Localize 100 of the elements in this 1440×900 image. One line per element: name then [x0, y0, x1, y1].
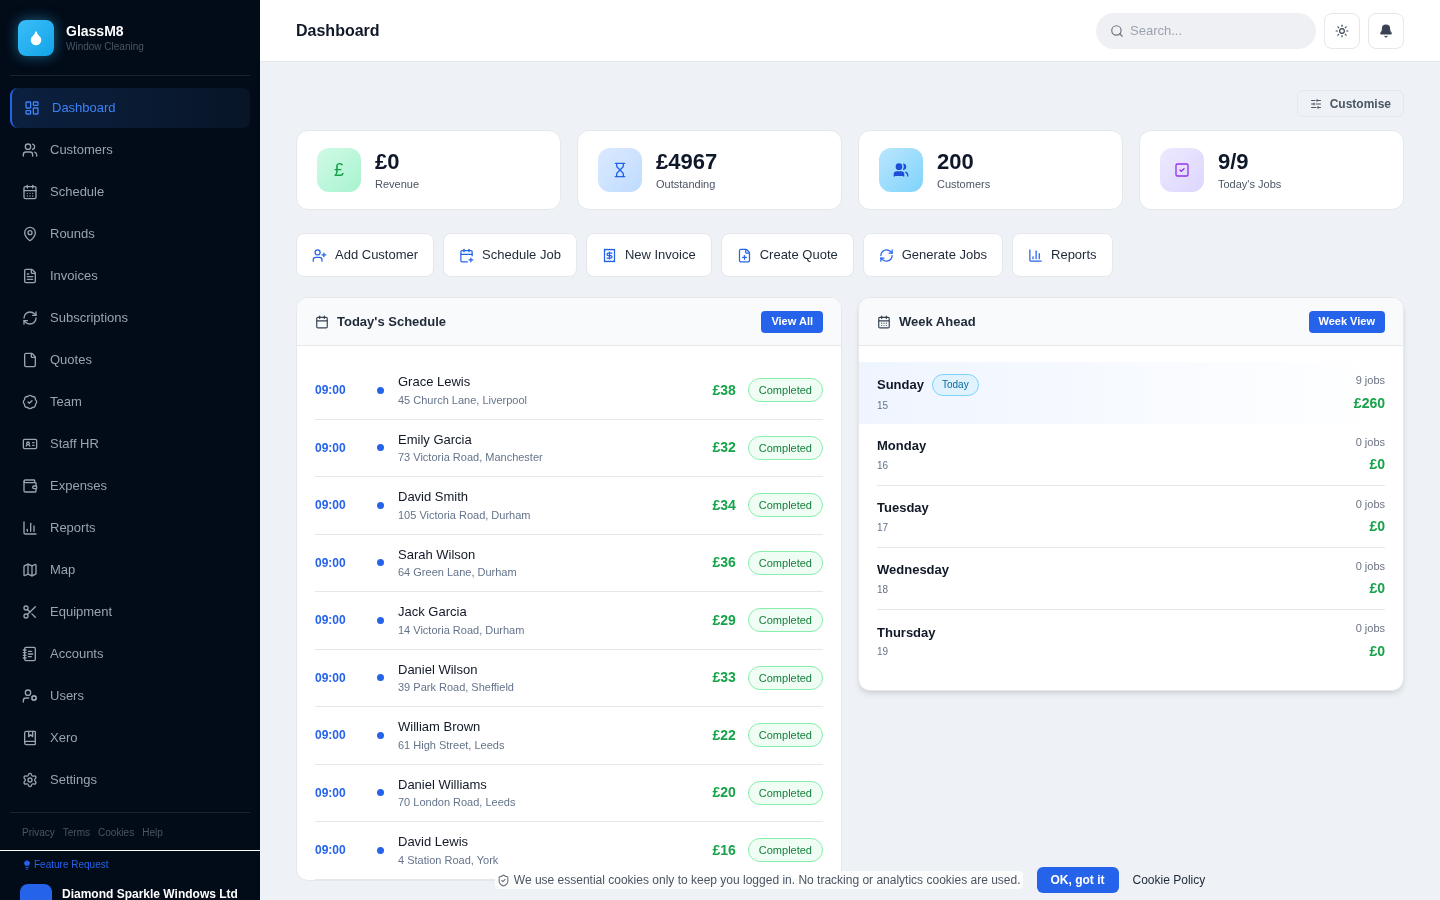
notifications-button[interactable] — [1368, 12, 1404, 49]
sidebar-item[interactable]: Xero — [10, 718, 250, 758]
day-date: 19 — [877, 645, 890, 660]
quick-action-button[interactable]: Add Customer — [296, 233, 435, 277]
sidebar-item[interactable]: Team — [10, 382, 250, 422]
customer-name: David Lewis — [398, 833, 470, 852]
sidebar-item[interactable]: Quotes — [10, 340, 250, 380]
logo-icon — [18, 20, 54, 56]
sidebar-item[interactable]: Settings — [10, 760, 250, 800]
lightbulb-icon — [22, 859, 32, 870]
sliders-icon — [1309, 97, 1322, 110]
customer-name: Emily Garcia — [398, 430, 473, 449]
sidebar-item[interactable]: Expenses — [10, 466, 250, 506]
sidebar-item[interactable]: Map — [10, 550, 250, 590]
customer-name: David Smith — [398, 488, 470, 507]
stat-value: 200 — [937, 148, 975, 176]
customer-address: 61 High Street, Leeds — [398, 737, 506, 753]
sidebar-item[interactable]: Rounds — [10, 214, 250, 254]
day-row[interactable]: Sunday Today 15 9 jobs £260 — [859, 362, 1385, 424]
hourglass-icon — [598, 148, 642, 192]
stat-label: Customers — [937, 176, 991, 192]
people-icon — [879, 148, 923, 192]
job-count: 0 jobs — [1355, 496, 1385, 512]
customer-name: William Brown — [398, 718, 482, 737]
file-plus-icon — [736, 247, 752, 263]
job-amount: £38 — [712, 380, 736, 400]
id-card-icon — [22, 436, 38, 452]
sidebar-item[interactable]: Dashboard — [10, 88, 250, 128]
day-name: Wednesday — [877, 561, 949, 580]
day-row[interactable]: Wednesday 18 0 jobs £0 — [877, 548, 1385, 610]
sidebar-item[interactable]: Customers — [10, 130, 250, 170]
customer-address: 45 Church Lane, Liverpool — [398, 392, 529, 408]
stat-label: Today's Jobs — [1218, 176, 1282, 192]
sidebar-item[interactable]: Users — [10, 676, 250, 716]
checkbox-icon — [1160, 148, 1204, 192]
search-field[interactable]: Search... — [1096, 12, 1316, 49]
customise-button[interactable]: Customise — [1296, 90, 1404, 117]
user-gear-icon — [22, 688, 38, 704]
sidebar-item[interactable]: Invoices — [10, 256, 250, 296]
sidebar-item[interactable]: Staff HR — [10, 424, 250, 464]
bookmark-icon — [22, 730, 38, 746]
customer-name: Sarah Wilson — [398, 545, 477, 564]
search-icon — [1110, 23, 1124, 38]
status-badge: Completed — [747, 493, 823, 518]
quick-action-button[interactable]: Schedule Job — [443, 233, 577, 277]
job-time: 09:00 — [315, 727, 347, 745]
customer-address: 70 London Road, Leeds — [398, 795, 517, 811]
sidebar-item[interactable]: Subscriptions — [10, 298, 250, 338]
sidebar-item[interactable]: Accounts — [10, 634, 250, 674]
day-amount: £0 — [1369, 455, 1385, 475]
day-row[interactable]: Thursday 19 0 jobs £0 — [877, 610, 1385, 672]
job-time: 09:00 — [315, 497, 347, 515]
accept-cookies-button[interactable]: OK, got it — [1036, 867, 1119, 893]
week-view-button[interactable]: Week View — [1308, 310, 1385, 333]
stat-label: Outstanding — [656, 176, 717, 192]
day-name: Monday — [877, 437, 927, 456]
quick-action-button[interactable]: Reports — [1012, 233, 1113, 277]
brand-name: GlassM8 — [66, 23, 125, 41]
shield-icon — [496, 873, 510, 887]
job-count: 0 jobs — [1355, 434, 1385, 450]
status-badge: Completed — [747, 780, 823, 805]
map-pin-icon — [22, 226, 38, 242]
wallet-icon — [22, 478, 38, 494]
day-row[interactable]: Monday 16 0 jobs £0 — [877, 424, 1385, 486]
pound-icon: £ — [317, 148, 361, 192]
view-all-button[interactable]: View All — [761, 310, 823, 333]
day-date: 16 — [877, 458, 890, 473]
status-badge: Completed — [747, 550, 823, 575]
job-amount: £36 — [712, 553, 736, 573]
customer-name: Daniel Williams — [398, 775, 488, 794]
sidebar-item[interactable]: Equipment — [10, 592, 250, 632]
stat-value: £0 — [375, 148, 401, 176]
job-amount: £34 — [712, 495, 736, 515]
feature-request-link[interactable]: Feature Request — [34, 857, 109, 872]
stat-value: £4967 — [656, 148, 718, 176]
status-badge: Completed — [747, 435, 823, 460]
day-name: Thursday — [877, 623, 936, 642]
cookie-policy-link[interactable]: Cookie Policy — [1132, 871, 1206, 889]
card-title: Week Ahead — [899, 312, 976, 331]
quick-action-button[interactable]: New Invoice — [585, 233, 712, 277]
day-amount: £0 — [1369, 517, 1385, 537]
customer-address: 73 Victoria Road, Manchester — [398, 450, 544, 466]
job-time: 09:00 — [315, 439, 347, 457]
quick-action-button[interactable]: Create Quote — [720, 233, 854, 277]
theme-toggle-button[interactable] — [1324, 12, 1360, 49]
job-amount: £16 — [712, 840, 736, 860]
refresh-icon — [22, 310, 38, 326]
job-amount: £29 — [712, 610, 736, 630]
customer-address: 39 Park Road, Sheffield — [398, 680, 515, 696]
badge-icon — [22, 394, 38, 410]
quick-action-button[interactable]: Generate Jobs — [862, 233, 1003, 277]
day-row[interactable]: Tuesday 17 0 jobs £0 — [877, 486, 1385, 548]
map-icon — [22, 562, 38, 578]
sidebar-item[interactable]: Reports — [10, 508, 250, 548]
refresh-icon — [878, 247, 894, 263]
status-badge: Completed — [747, 378, 823, 403]
job-count: 0 jobs — [1355, 558, 1385, 574]
customer-name: Jack Garcia — [398, 603, 468, 622]
sidebar-item[interactable]: Schedule — [10, 172, 250, 212]
status-badge: Completed — [747, 665, 823, 690]
